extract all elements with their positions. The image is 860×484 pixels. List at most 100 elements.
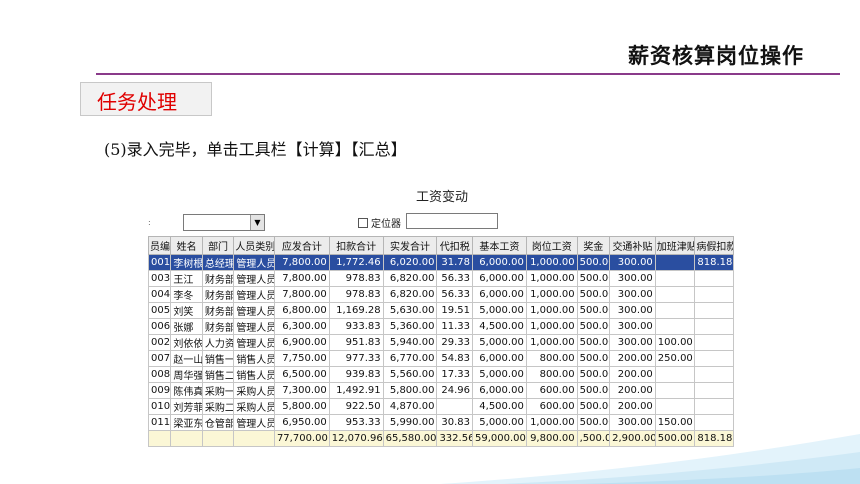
table-cell[interactable]: 总经理 [201, 254, 235, 271]
table-cell[interactable]: 7,300.00 [273, 382, 330, 399]
table-cell[interactable]: 6,800.00 [273, 302, 330, 319]
table-cell[interactable]: 500.00 [576, 302, 611, 319]
table-cell[interactable]: 56.33 [436, 286, 473, 303]
table-cell[interactable]: 6,000.00 [471, 286, 527, 303]
table-cell[interactable] [694, 334, 734, 351]
table-cell[interactable]: 刘芳菲 [170, 398, 203, 415]
table-cell[interactable]: 张娜 [170, 318, 203, 335]
table-cell[interactable]: 003 [147, 270, 172, 287]
table-cell[interactable]: 刘笑 [170, 302, 203, 319]
table-cell[interactable]: 6,000.00 [471, 350, 527, 367]
table-cell[interactable]: 4,870.00 [382, 398, 438, 415]
table-cell[interactable]: 54.83 [436, 350, 473, 367]
table-cell[interactable]: 200.00 [609, 398, 656, 415]
table-cell[interactable]: 978.83 [328, 286, 384, 303]
table-cell[interactable]: 周华强 [170, 366, 203, 383]
table-row[interactable]: 004 李冬 财务部 管理人员 7,800.00 978.83 6,820.00 56.33 6… [147, 286, 734, 303]
table-cell[interactable] [654, 270, 696, 287]
table-cell[interactable]: 5,000.00 [471, 302, 527, 319]
table-cell[interactable]: 922.50 [328, 398, 384, 415]
table-cell[interactable]: 6,820.00 [382, 286, 438, 303]
table-row[interactable]: 005 刘笑 财务部 管理人员 6,800.00 1,169.28 5,630.00 19.5… [147, 302, 734, 319]
table-cell[interactable]: 梁亚东 [170, 414, 203, 431]
table-cell[interactable]: 200.00 [609, 382, 656, 399]
column-header[interactable]: 加班津贴 [654, 236, 696, 255]
table-cell[interactable] [694, 270, 734, 287]
table-cell[interactable]: 财务部 [201, 302, 235, 319]
table-cell[interactable]: 24.96 [436, 382, 473, 399]
table-cell[interactable]: 销售二 [201, 366, 235, 383]
table-cell[interactable]: 300.00 [609, 270, 656, 287]
table-cell[interactable]: 56.33 [436, 270, 473, 287]
table-cell[interactable]: 4,500.00 [471, 398, 527, 415]
table-cell[interactable] [694, 366, 734, 383]
table-cell[interactable]: 300.00 [609, 254, 656, 271]
table-cell[interactable]: 002 [147, 334, 172, 351]
table-cell[interactable]: 6,820.00 [382, 270, 438, 287]
table-cell[interactable] [654, 254, 696, 271]
table-cell[interactable]: 采购人员 [233, 382, 275, 399]
table-cell[interactable]: 007 [147, 350, 172, 367]
table-cell[interactable]: 刘依依 [170, 334, 203, 351]
table-cell[interactable]: 11.33 [436, 318, 473, 335]
table-cell[interactable] [694, 398, 734, 415]
table-cell[interactable]: 1,000.00 [525, 254, 578, 271]
column-header[interactable]: 基本工资 [471, 236, 527, 255]
table-cell[interactable] [694, 382, 734, 399]
table-row[interactable]: 001 李树根 总经理 管理人员 7,800.00 1,772.46 6,020.00 31.… [147, 254, 734, 271]
table-cell[interactable]: 010 [147, 398, 172, 415]
table-cell[interactable]: 仓管部 [201, 414, 235, 431]
table-cell[interactable]: 1,492.91 [328, 382, 384, 399]
table-cell[interactable]: 300.00 [609, 302, 656, 319]
table-cell[interactable] [436, 398, 473, 415]
column-header[interactable]: 人员类别 [233, 236, 275, 255]
table-cell[interactable]: 5,360.00 [382, 318, 438, 335]
table-cell[interactable] [654, 398, 696, 415]
table-cell[interactable]: 采购一 [201, 382, 235, 399]
column-header[interactable]: 扣款合计 [328, 236, 384, 255]
table-cell[interactable]: 1,000.00 [525, 270, 578, 287]
table-cell[interactable]: 800.00 [525, 366, 578, 383]
table-cell[interactable]: 财务部 [201, 270, 235, 287]
column-header[interactable]: 病假扣款 [694, 236, 734, 255]
table-cell[interactable]: 1,772.46 [328, 254, 384, 271]
column-header[interactable]: 部门 [201, 236, 235, 255]
table-cell[interactable]: 管理人员 [233, 270, 275, 287]
table-cell[interactable]: 29.33 [436, 334, 473, 351]
table-cell[interactable]: 6,900.00 [273, 334, 330, 351]
table-cell[interactable] [694, 350, 734, 367]
table-cell[interactable]: 7,800.00 [273, 286, 330, 303]
table-cell[interactable]: 200.00 [609, 350, 656, 367]
table-cell[interactable]: 300.00 [609, 318, 656, 335]
table-cell[interactable]: 管理人员 [233, 286, 275, 303]
table-cell[interactable]: 财务部 [201, 286, 235, 303]
table-cell[interactable]: 5,630.00 [382, 302, 438, 319]
table-cell[interactable]: 7,750.00 [273, 350, 330, 367]
table-cell[interactable]: 销售人员 [233, 350, 275, 367]
table-cell[interactable]: 采购二 [201, 398, 235, 415]
table-cell[interactable]: 600.00 [525, 382, 578, 399]
table-cell[interactable]: 陈伟真 [170, 382, 203, 399]
table-cell[interactable]: 977.33 [328, 350, 384, 367]
table-cell[interactable]: 5,990.00 [382, 414, 438, 431]
table-cell[interactable]: 5,560.00 [382, 366, 438, 383]
table-cell[interactable]: 500.00 [576, 334, 611, 351]
table-cell[interactable]: 011 [147, 414, 172, 431]
table-cell[interactable]: 31.78 [436, 254, 473, 271]
table-cell[interactable]: 1,000.00 [525, 334, 578, 351]
checkbox-icon[interactable] [358, 217, 368, 228]
table-cell[interactable]: 800.00 [525, 350, 578, 367]
table-cell[interactable]: 1,000.00 [525, 318, 578, 335]
table-cell[interactable]: 1,169.28 [328, 302, 384, 319]
table-cell[interactable]: 管理人员 [233, 414, 275, 431]
table-cell[interactable]: 17.33 [436, 366, 473, 383]
column-header[interactable]: 姓名 [170, 236, 203, 255]
table-cell[interactable]: 100.00 [654, 334, 696, 351]
table-row[interactable]: 009 陈伟真 采购一 采购人员 7,300.00 1,492.91 5,800.00 24.… [147, 382, 734, 399]
table-cell[interactable]: 管理人员 [233, 302, 275, 319]
chevron-down-icon[interactable]: ▼ [250, 215, 264, 230]
locate-checkbox[interactable]: 定位器 [358, 215, 401, 230]
table-cell[interactable]: 李冬 [170, 286, 203, 303]
table-cell[interactable]: 5,800.00 [382, 382, 438, 399]
table-cell[interactable]: 500.00 [576, 366, 611, 383]
